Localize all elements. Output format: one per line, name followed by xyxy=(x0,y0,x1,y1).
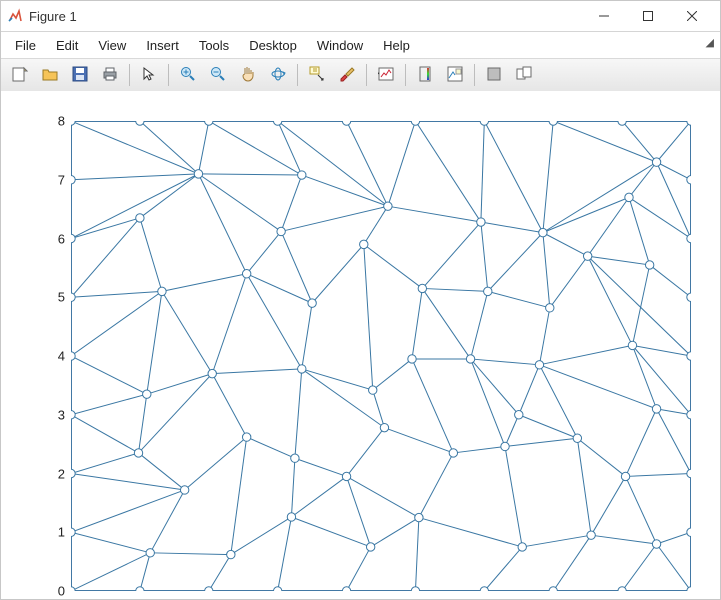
datacursor-button[interactable] xyxy=(303,61,331,89)
y-tick-label: 7 xyxy=(47,172,65,187)
menu-edit[interactable]: Edit xyxy=(48,35,86,56)
menubar: FileEditViewInsertToolsDesktopWindowHelp… xyxy=(1,32,720,59)
pan-icon xyxy=(240,66,256,85)
toolbar-separator xyxy=(129,64,130,86)
toolbar-separator xyxy=(168,64,169,86)
zoom-out-button[interactable] xyxy=(204,61,232,89)
menu-view[interactable]: View xyxy=(90,35,134,56)
maximize-button[interactable] xyxy=(626,1,670,31)
titlebar: Figure 1 xyxy=(1,1,720,32)
menu-tools[interactable]: Tools xyxy=(191,35,237,56)
open-icon xyxy=(42,66,58,85)
mesh-plot xyxy=(71,121,691,591)
zoom-out-icon xyxy=(210,66,226,85)
legend-button[interactable] xyxy=(441,61,469,89)
y-tick-label: 3 xyxy=(47,407,65,422)
menu-desktop[interactable]: Desktop xyxy=(241,35,305,56)
rotate3d-button[interactable] xyxy=(264,61,292,89)
hide-tools-button[interactable] xyxy=(480,61,508,89)
y-tick-label: 0 xyxy=(47,584,65,599)
brush-icon xyxy=(339,66,355,85)
pan-button[interactable] xyxy=(234,61,262,89)
new-figure-button[interactable] xyxy=(6,61,34,89)
matlab-icon xyxy=(7,8,23,24)
pointer-icon xyxy=(141,66,157,85)
window-title: Figure 1 xyxy=(29,9,77,24)
save-icon xyxy=(72,66,88,85)
toolbar-separator xyxy=(366,64,367,86)
y-tick-label: 1 xyxy=(47,525,65,540)
menu-help[interactable]: Help xyxy=(375,35,418,56)
link-icon xyxy=(378,66,394,85)
y-tick-label: 8 xyxy=(47,114,65,129)
print-button[interactable] xyxy=(96,61,124,89)
new-figure-icon xyxy=(12,66,28,85)
colorbar-button[interactable] xyxy=(411,61,439,89)
close-button[interactable] xyxy=(670,1,714,31)
y-tick-label: 5 xyxy=(47,290,65,305)
hide-tools-icon xyxy=(486,66,502,85)
link-button[interactable] xyxy=(372,61,400,89)
plot-area: 0 1 2 3 4 5 6 7 8 xyxy=(1,91,720,599)
toolbar-separator xyxy=(405,64,406,86)
open-button[interactable] xyxy=(36,61,64,89)
print-icon xyxy=(102,66,118,85)
toolbar-separator xyxy=(297,64,298,86)
y-tick-label: 6 xyxy=(47,231,65,246)
dock-icon xyxy=(516,66,532,85)
datacursor-icon xyxy=(309,66,325,85)
pointer-button[interactable] xyxy=(135,61,163,89)
dock-button[interactable] xyxy=(510,61,538,89)
figure-window: Figure 1 FileEditViewInsertToolsDesktopW… xyxy=(0,0,721,600)
toolbar-overflow-icon[interactable]: ◢ xyxy=(706,36,714,49)
minimize-button[interactable] xyxy=(582,1,626,31)
toolbar xyxy=(1,59,720,92)
y-tick-label: 2 xyxy=(47,466,65,481)
menu-window[interactable]: Window xyxy=(309,35,371,56)
colorbar-icon xyxy=(417,66,433,85)
menu-insert[interactable]: Insert xyxy=(138,35,187,56)
y-tick-label: 4 xyxy=(47,349,65,364)
brush-button[interactable] xyxy=(333,61,361,89)
axes[interactable]: 012345678 xyxy=(71,121,691,591)
zoom-in-button[interactable] xyxy=(174,61,202,89)
zoom-in-icon xyxy=(180,66,196,85)
toolbar-separator xyxy=(474,64,475,86)
legend-icon xyxy=(447,66,463,85)
menu-file[interactable]: File xyxy=(7,35,44,56)
rotate3d-icon xyxy=(270,66,286,85)
save-button[interactable] xyxy=(66,61,94,89)
